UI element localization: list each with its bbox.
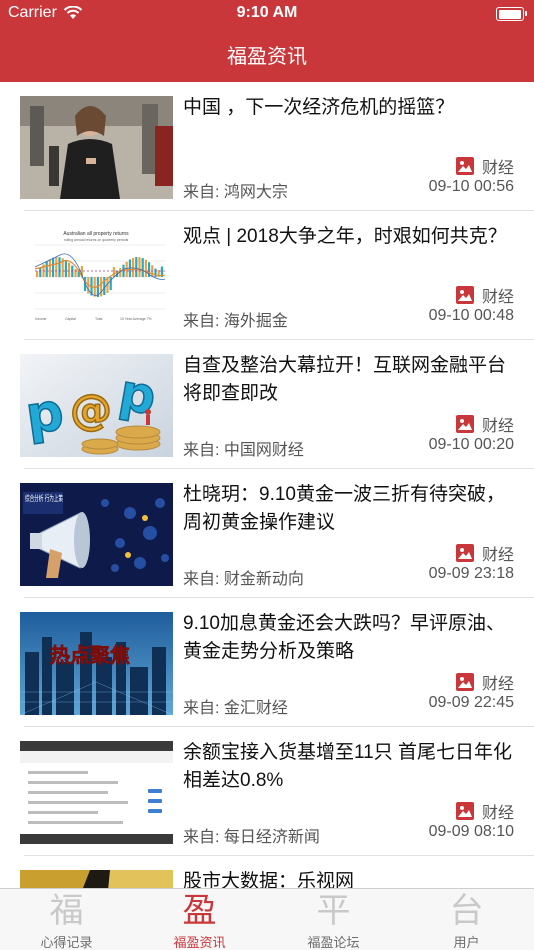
news-title[interactable]: 中国 ，下一次经济危机的摇篮？: [183, 94, 519, 122]
news-title[interactable]: 杜晓玥：9.10黄金一波三折有待突破，周初黄金操作建议: [183, 481, 519, 537]
tab-notes[interactable]: 福 心得记录: [0, 889, 133, 950]
tab-label: 福盈论坛: [307, 935, 360, 950]
news-item[interactable]: 余额宝接入货基增至11只 首尾七日年化相差达0.8% 财经 来自: 每日经济新闻…: [0, 727, 534, 856]
image-icon: [455, 673, 474, 691]
news-time: 09-10 00:56: [428, 178, 514, 195]
tab-user[interactable]: 台 用户: [400, 889, 533, 950]
news-time: 09-09 08:10: [428, 823, 514, 840]
news-time: 09-09 23:18: [428, 565, 514, 582]
category-tag: 财经: [455, 799, 514, 823]
thumb-bar: [45, 261, 48, 277]
image-icon: [455, 544, 474, 562]
news-item[interactable]: 中国 ，下一次经济危机的摇篮？ 财经 来自: 鸿网大宗 09-10 00:56: [0, 82, 534, 211]
thumb-bar: [74, 269, 77, 277]
thumb-legend-total: Total: [95, 317, 103, 321]
image-icon: [455, 415, 474, 433]
news-time: 09-10 00:48: [428, 307, 514, 324]
news-time: 09-09 22:45: [428, 694, 514, 711]
thumb-bar: [36, 271, 39, 277]
ping-character-icon: 平: [316, 891, 351, 931]
tab-label: 用户: [453, 935, 480, 950]
category-tag: 财经: [455, 154, 514, 178]
tab-news[interactable]: 盈 福盈资讯: [133, 889, 266, 950]
category-label: 财经: [481, 805, 514, 822]
category-label: 财经: [481, 418, 514, 435]
category-tag: 财经: [455, 541, 514, 565]
image-icon: [455, 286, 474, 304]
page-title: 福盈资讯: [227, 46, 307, 68]
news-item[interactable]: 综合分析 行为上策 杜晓玥：9.10黄金一波三折有待突破，周初黄金操作建议 财经…: [0, 469, 534, 598]
news-thumbnail: [20, 741, 173, 844]
thumb-banner-text: 热点聚焦: [50, 643, 130, 667]
news-item[interactable]: Australian all property returns rolling …: [0, 211, 534, 340]
thumb-legend-average: 10 Year Average 7%: [120, 317, 152, 321]
thumb-bar: [68, 262, 71, 277]
news-title[interactable]: 自查及整治大幕拉开！互联网金融平台将即查即改: [183, 352, 519, 408]
thumb-bar: [58, 257, 61, 277]
thumb-badge-text: 综合分析 行为上策: [25, 493, 63, 503]
news-time: 09-10 00:20: [428, 436, 514, 453]
thumb-bar: [52, 257, 55, 277]
status-time: 9:10 AM: [236, 4, 298, 21]
tab-label: 福盈资讯: [173, 935, 226, 950]
category-label: 财经: [481, 160, 514, 177]
battery-icon: [496, 7, 527, 21]
news-thumbnail: 热点聚焦: [20, 612, 173, 715]
thumb-bar: [109, 277, 112, 291]
news-source: 来自: 中国网财经: [183, 442, 304, 459]
news-thumbnail: p @ p: [20, 354, 173, 457]
thumb-bar: [141, 258, 144, 277]
news-item[interactable]: 热点聚焦 9.10加息黄金还会大跌吗？早评原油、黄金走势分析及策略 财经 来自:…: [0, 598, 534, 727]
thumb-bar: [144, 259, 147, 277]
news-title[interactable]: 股市大数据：乐视网: [183, 868, 519, 888]
tab-bar: 福 心得记录 盈 福盈资讯 平 福盈论坛 台 用户: [0, 888, 534, 950]
thumb-bar: [48, 259, 51, 277]
news-list[interactable]: 中国 ，下一次经济危机的摇篮？ 财经 来自: 鸿网大宗 09-10 00:56 …: [0, 82, 534, 888]
thumb-bar: [55, 257, 58, 277]
news-item[interactable]: 股市大数据：乐视网: [0, 856, 534, 888]
thumb-legend-capital: Capital: [65, 317, 76, 321]
news-source: 来自: 海外掘金: [183, 313, 288, 330]
thumb-chart-subheading: rolling annual returns on quarterly peri…: [64, 238, 129, 242]
tab-forum[interactable]: 平 福盈论坛: [267, 889, 400, 950]
thumb-legend-income: Income: [35, 317, 47, 321]
thumb-bar: [138, 257, 141, 277]
thumb-bar: [154, 268, 157, 277]
category-label: 财经: [481, 676, 514, 693]
category-label: 财经: [481, 547, 514, 564]
news-title[interactable]: 观点 | 2018大争之年，时艰如何共克？: [183, 223, 519, 251]
thumb-bar: [132, 257, 135, 277]
news-thumbnail: [20, 870, 173, 888]
news-thumbnail: 综合分析 行为上策: [20, 483, 173, 586]
category-tag: 财经: [455, 283, 514, 307]
thumb-bar: [112, 267, 115, 277]
svg-text:@: @: [70, 385, 112, 434]
thumb-bar: [135, 257, 138, 277]
news-source: 来自: 金汇财经: [183, 700, 288, 717]
category-tag: 财经: [455, 412, 514, 436]
image-icon: [455, 157, 474, 175]
ying-character-icon: 盈: [182, 891, 217, 931]
news-thumbnail: [20, 96, 173, 199]
news-source: 来自: 鸿网大宗: [183, 184, 288, 201]
category-label: 财经: [481, 289, 514, 306]
category-tag: 财经: [455, 670, 514, 694]
fu-character-icon: 福: [49, 891, 84, 931]
nav-bar: Carrier 9:10 AM 福盈资讯: [0, 0, 534, 82]
news-item[interactable]: p @ p 自查及整治大幕拉开！互联网金融平台将即查即改 财经 来自: 中国网财…: [0, 340, 534, 469]
status-bar: Carrier 9:10 AM: [0, 0, 534, 28]
news-source: 来自: 财金新动向: [183, 571, 304, 588]
thumb-bar: [64, 260, 67, 277]
news-thumbnail: Australian all property returns rolling …: [20, 225, 173, 328]
tai-character-icon: 台: [449, 891, 484, 931]
thumb-bar: [39, 267, 42, 277]
thumb-chart-heading: Australian all property returns: [63, 231, 129, 237]
tab-label: 心得记录: [40, 935, 93, 950]
news-title[interactable]: 余额宝接入货基增至11只 首尾七日年化相差达0.8%: [183, 739, 519, 795]
image-icon: [455, 802, 474, 820]
news-title[interactable]: 9.10加息黄金还会大跌吗？早评原油、黄金走势分析及策略: [183, 610, 519, 666]
news-source: 来自: 每日经济新闻: [183, 829, 320, 846]
